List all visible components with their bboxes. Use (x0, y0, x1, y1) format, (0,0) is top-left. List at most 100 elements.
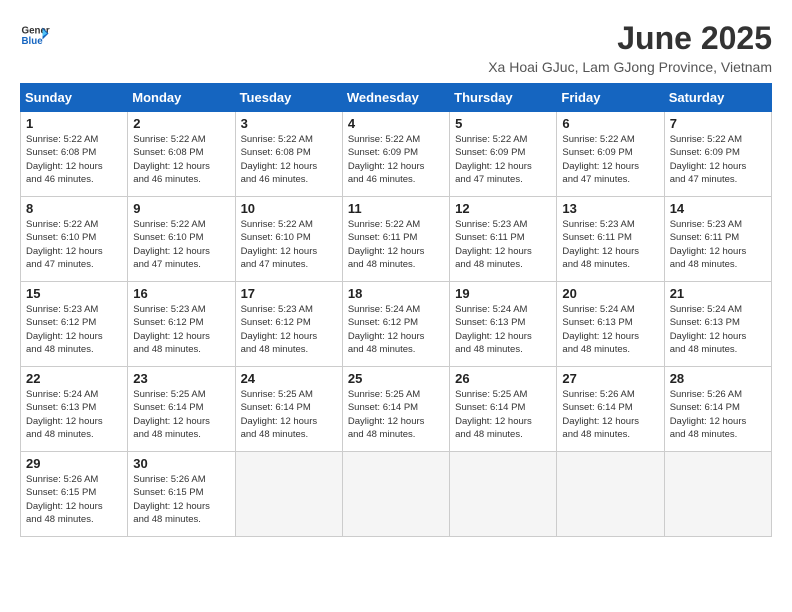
day-number: 24 (241, 371, 337, 386)
day-number: 30 (133, 456, 229, 471)
calendar-day-cell: 15 Sunrise: 5:23 AM Sunset: 6:12 PM Dayl… (21, 282, 128, 367)
calendar-day-cell: 18 Sunrise: 5:24 AM Sunset: 6:12 PM Dayl… (342, 282, 449, 367)
calendar-day-cell: 29 Sunrise: 5:26 AM Sunset: 6:15 PM Dayl… (21, 452, 128, 537)
calendar-day-cell: 22 Sunrise: 5:24 AM Sunset: 6:13 PM Dayl… (21, 367, 128, 452)
day-number: 9 (133, 201, 229, 216)
day-header-wednesday: Wednesday (342, 84, 449, 112)
day-number: 13 (562, 201, 658, 216)
svg-text:Blue: Blue (22, 36, 44, 47)
title-area: June 2025 Xa Hoai GJuc, Lam GJong Provin… (488, 20, 772, 75)
day-number: 14 (670, 201, 766, 216)
day-info: Sunrise: 5:26 AM Sunset: 6:14 PM Dayligh… (670, 388, 766, 441)
calendar-day-cell: 30 Sunrise: 5:26 AM Sunset: 6:15 PM Dayl… (128, 452, 235, 537)
calendar-header-row: SundayMondayTuesdayWednesdayThursdayFrid… (21, 84, 772, 112)
day-info: Sunrise: 5:23 AM Sunset: 6:11 PM Dayligh… (455, 218, 551, 271)
day-number: 17 (241, 286, 337, 301)
calendar-day-cell: 9 Sunrise: 5:22 AM Sunset: 6:10 PM Dayli… (128, 197, 235, 282)
calendar-day-cell: 2 Sunrise: 5:22 AM Sunset: 6:08 PM Dayli… (128, 112, 235, 197)
day-number: 5 (455, 116, 551, 131)
empty-cell (557, 452, 664, 537)
day-number: 10 (241, 201, 337, 216)
logo: General Blue (20, 20, 50, 50)
calendar-day-cell: 21 Sunrise: 5:24 AM Sunset: 6:13 PM Dayl… (664, 282, 771, 367)
calendar-day-cell: 13 Sunrise: 5:23 AM Sunset: 6:11 PM Dayl… (557, 197, 664, 282)
calendar-day-cell: 27 Sunrise: 5:26 AM Sunset: 6:14 PM Dayl… (557, 367, 664, 452)
day-number: 15 (26, 286, 122, 301)
day-info: Sunrise: 5:26 AM Sunset: 6:14 PM Dayligh… (562, 388, 658, 441)
day-number: 20 (562, 286, 658, 301)
calendar-day-cell: 25 Sunrise: 5:25 AM Sunset: 6:14 PM Dayl… (342, 367, 449, 452)
calendar-table: SundayMondayTuesdayWednesdayThursdayFrid… (20, 83, 772, 537)
page-header: General Blue June 2025 Xa Hoai GJuc, Lam… (20, 20, 772, 75)
day-info: Sunrise: 5:23 AM Sunset: 6:12 PM Dayligh… (26, 303, 122, 356)
page-subtitle: Xa Hoai GJuc, Lam GJong Province, Vietna… (488, 59, 772, 75)
day-number: 18 (348, 286, 444, 301)
empty-cell (664, 452, 771, 537)
page-title: June 2025 (488, 20, 772, 57)
day-number: 29 (26, 456, 122, 471)
calendar-day-cell: 17 Sunrise: 5:23 AM Sunset: 6:12 PM Dayl… (235, 282, 342, 367)
calendar-day-cell: 23 Sunrise: 5:25 AM Sunset: 6:14 PM Dayl… (128, 367, 235, 452)
calendar-day-cell: 26 Sunrise: 5:25 AM Sunset: 6:14 PM Dayl… (450, 367, 557, 452)
day-info: Sunrise: 5:22 AM Sunset: 6:09 PM Dayligh… (670, 133, 766, 186)
day-info: Sunrise: 5:25 AM Sunset: 6:14 PM Dayligh… (348, 388, 444, 441)
day-info: Sunrise: 5:22 AM Sunset: 6:09 PM Dayligh… (562, 133, 658, 186)
day-info: Sunrise: 5:26 AM Sunset: 6:15 PM Dayligh… (133, 473, 229, 526)
day-number: 1 (26, 116, 122, 131)
calendar-week-row: 8 Sunrise: 5:22 AM Sunset: 6:10 PM Dayli… (21, 197, 772, 282)
day-info: Sunrise: 5:22 AM Sunset: 6:10 PM Dayligh… (241, 218, 337, 271)
calendar-day-cell: 4 Sunrise: 5:22 AM Sunset: 6:09 PM Dayli… (342, 112, 449, 197)
day-number: 19 (455, 286, 551, 301)
day-header-monday: Monday (128, 84, 235, 112)
calendar-day-cell: 1 Sunrise: 5:22 AM Sunset: 6:08 PM Dayli… (21, 112, 128, 197)
day-info: Sunrise: 5:24 AM Sunset: 6:13 PM Dayligh… (455, 303, 551, 356)
day-number: 3 (241, 116, 337, 131)
calendar-day-cell: 7 Sunrise: 5:22 AM Sunset: 6:09 PM Dayli… (664, 112, 771, 197)
day-header-tuesday: Tuesday (235, 84, 342, 112)
day-number: 22 (26, 371, 122, 386)
calendar-day-cell: 3 Sunrise: 5:22 AM Sunset: 6:08 PM Dayli… (235, 112, 342, 197)
day-info: Sunrise: 5:23 AM Sunset: 6:11 PM Dayligh… (670, 218, 766, 271)
day-number: 7 (670, 116, 766, 131)
empty-cell (235, 452, 342, 537)
day-info: Sunrise: 5:22 AM Sunset: 6:08 PM Dayligh… (133, 133, 229, 186)
calendar-day-cell: 28 Sunrise: 5:26 AM Sunset: 6:14 PM Dayl… (664, 367, 771, 452)
day-number: 12 (455, 201, 551, 216)
day-info: Sunrise: 5:23 AM Sunset: 6:12 PM Dayligh… (241, 303, 337, 356)
day-number: 25 (348, 371, 444, 386)
day-number: 8 (26, 201, 122, 216)
day-header-friday: Friday (557, 84, 664, 112)
day-info: Sunrise: 5:22 AM Sunset: 6:08 PM Dayligh… (26, 133, 122, 186)
day-number: 21 (670, 286, 766, 301)
day-info: Sunrise: 5:24 AM Sunset: 6:13 PM Dayligh… (562, 303, 658, 356)
day-info: Sunrise: 5:25 AM Sunset: 6:14 PM Dayligh… (455, 388, 551, 441)
day-number: 16 (133, 286, 229, 301)
day-info: Sunrise: 5:22 AM Sunset: 6:08 PM Dayligh… (241, 133, 337, 186)
calendar-day-cell: 14 Sunrise: 5:23 AM Sunset: 6:11 PM Dayl… (664, 197, 771, 282)
day-info: Sunrise: 5:23 AM Sunset: 6:12 PM Dayligh… (133, 303, 229, 356)
day-header-saturday: Saturday (664, 84, 771, 112)
calendar-week-row: 29 Sunrise: 5:26 AM Sunset: 6:15 PM Dayl… (21, 452, 772, 537)
day-header-thursday: Thursday (450, 84, 557, 112)
calendar-week-row: 1 Sunrise: 5:22 AM Sunset: 6:08 PM Dayli… (21, 112, 772, 197)
day-info: Sunrise: 5:26 AM Sunset: 6:15 PM Dayligh… (26, 473, 122, 526)
calendar-day-cell: 5 Sunrise: 5:22 AM Sunset: 6:09 PM Dayli… (450, 112, 557, 197)
day-info: Sunrise: 5:22 AM Sunset: 6:11 PM Dayligh… (348, 218, 444, 271)
day-info: Sunrise: 5:22 AM Sunset: 6:09 PM Dayligh… (348, 133, 444, 186)
day-info: Sunrise: 5:22 AM Sunset: 6:10 PM Dayligh… (133, 218, 229, 271)
empty-cell (450, 452, 557, 537)
empty-cell (342, 452, 449, 537)
day-number: 28 (670, 371, 766, 386)
day-info: Sunrise: 5:25 AM Sunset: 6:14 PM Dayligh… (133, 388, 229, 441)
day-number: 27 (562, 371, 658, 386)
day-info: Sunrise: 5:22 AM Sunset: 6:10 PM Dayligh… (26, 218, 122, 271)
calendar-day-cell: 16 Sunrise: 5:23 AM Sunset: 6:12 PM Dayl… (128, 282, 235, 367)
calendar-day-cell: 12 Sunrise: 5:23 AM Sunset: 6:11 PM Dayl… (450, 197, 557, 282)
day-number: 11 (348, 201, 444, 216)
day-info: Sunrise: 5:24 AM Sunset: 6:13 PM Dayligh… (670, 303, 766, 356)
day-info: Sunrise: 5:22 AM Sunset: 6:09 PM Dayligh… (455, 133, 551, 186)
day-number: 26 (455, 371, 551, 386)
calendar-week-row: 22 Sunrise: 5:24 AM Sunset: 6:13 PM Dayl… (21, 367, 772, 452)
logo-icon: General Blue (20, 20, 50, 50)
calendar-day-cell: 6 Sunrise: 5:22 AM Sunset: 6:09 PM Dayli… (557, 112, 664, 197)
